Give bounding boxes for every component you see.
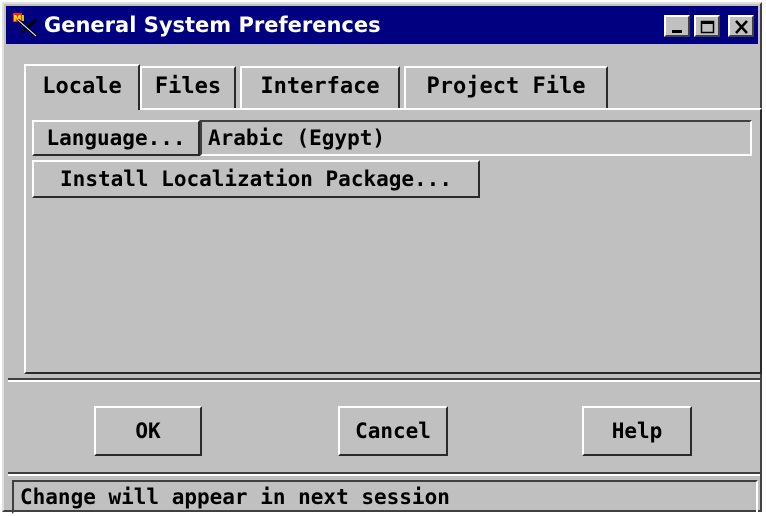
tab-files[interactable]: Files (140, 66, 236, 108)
app-logo-icon: MI (13, 13, 37, 38)
title-bar[interactable]: MI General System Preferences (6, 6, 758, 44)
preferences-window: MI General System Preferences Locale Fil… (2, 2, 762, 514)
maximize-button[interactable] (694, 15, 720, 37)
language-button[interactable]: Language... (32, 120, 200, 156)
divider (8, 378, 760, 382)
status-bar: Change will appear in next session (12, 480, 758, 514)
language-field[interactable]: Arabic (Egypt) (200, 120, 752, 156)
tab-label: Project File (426, 74, 586, 99)
minimize-button[interactable] (664, 15, 690, 37)
install-localization-button[interactable]: Install Localization Package... (32, 160, 480, 198)
maximize-icon (700, 20, 715, 34)
cancel-button[interactable]: Cancel (338, 406, 448, 456)
tab-locale[interactable]: Locale (24, 64, 140, 110)
close-button[interactable] (728, 15, 754, 37)
close-icon (735, 20, 748, 34)
tab-label: Files (154, 74, 222, 99)
tab-project-file[interactable]: Project File (404, 66, 608, 108)
tab-interface[interactable]: Interface (240, 66, 400, 108)
window-title: General System Preferences (44, 13, 381, 37)
locale-panel: Language... Arabic (Egypt) Install Local… (24, 108, 762, 374)
ok-button[interactable]: OK (94, 406, 202, 456)
help-button[interactable]: Help (582, 406, 692, 456)
divider (8, 472, 760, 476)
tab-label: Locale (42, 74, 122, 99)
tab-label: Interface (260, 74, 380, 99)
minimize-icon (672, 30, 682, 33)
